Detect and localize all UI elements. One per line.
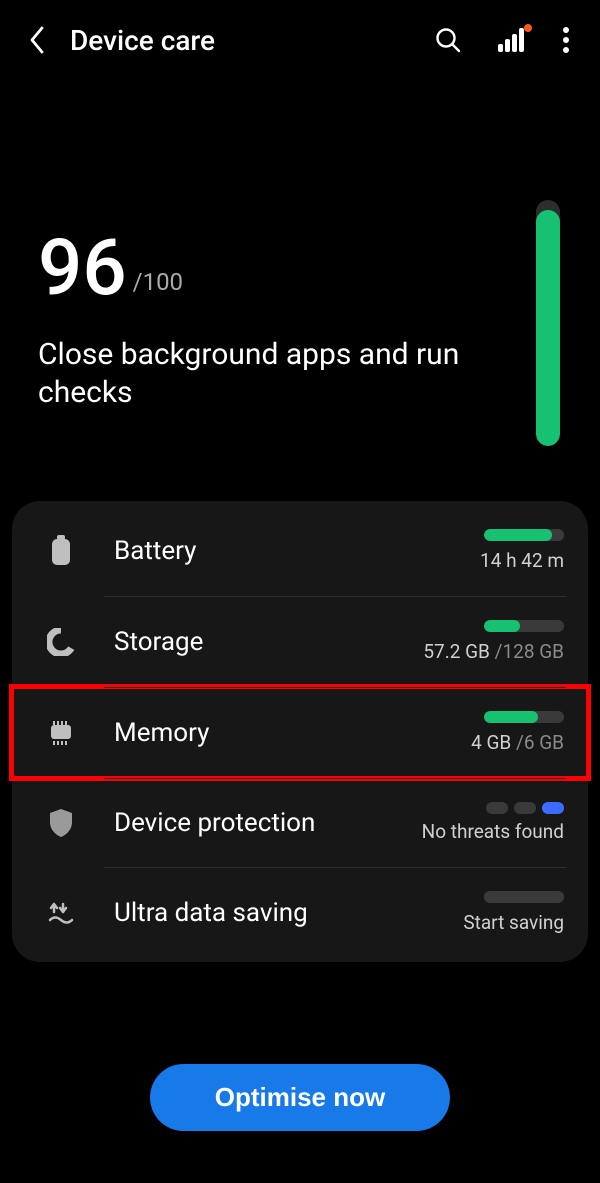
shield-icon [44, 806, 78, 840]
memory-row[interactable]: Memory 4 GB /6 GB [12, 687, 588, 778]
battery-bar [484, 529, 564, 541]
search-icon[interactable] [434, 26, 462, 54]
stats-card: Battery 14 h 42 m Storage 57.2 GB /128 G… [12, 501, 588, 962]
storage-stats: 57.2 GB /128 GB [394, 620, 564, 663]
protection-label: Device protection [114, 808, 394, 838]
storage-sub: 57.2 GB /128 GB [423, 640, 564, 663]
more-menu-icon[interactable] [562, 26, 570, 54]
battery-icon [44, 534, 78, 568]
ultra-bar [484, 891, 564, 903]
battery-stats: 14 h 42 m [394, 529, 564, 572]
protection-dots [486, 802, 564, 814]
score-line: 96 /100 [38, 230, 570, 308]
storage-used: 57.2 GB [423, 640, 490, 663]
score-value: 96 [38, 230, 127, 308]
data-usage-icon[interactable] [498, 28, 526, 52]
header-actions [434, 26, 570, 54]
memory-label: Memory [114, 718, 394, 748]
notification-dot-icon [524, 24, 532, 32]
ultra-data-stats: Start saving [394, 891, 564, 934]
memory-sub: 4 GB /6 GB [471, 731, 564, 754]
storage-icon [44, 625, 78, 659]
ultra-data-label: Ultra data saving [114, 898, 394, 928]
ultra-sub: Start saving [463, 911, 564, 934]
storage-bar [484, 620, 564, 632]
memory-icon [44, 716, 78, 750]
score-bar [536, 200, 560, 446]
memory-used: 4 GB [471, 731, 511, 754]
storage-row[interactable]: Storage 57.2 GB /128 GB [12, 596, 588, 687]
battery-row[interactable]: Battery 14 h 42 m [12, 505, 588, 596]
protection-row[interactable]: Device protection No threats found [12, 778, 588, 867]
memory-bar [484, 711, 564, 723]
page-title: Device care [70, 24, 434, 57]
data-saving-icon [44, 896, 78, 930]
score-section: 96 /100 Close background apps and run ch… [0, 70, 600, 501]
battery-sub: 14 h 42 m [480, 549, 564, 572]
protection-sub: No threats found [422, 820, 564, 843]
battery-label: Battery [114, 536, 394, 566]
score-subtitle: Close background apps and run checks [38, 336, 498, 411]
storage-total: 128 GB [502, 640, 564, 663]
optimise-button[interactable]: Optimise now [150, 1064, 450, 1131]
cta-wrap: Optimise now [0, 1064, 600, 1131]
app-header: Device care [0, 0, 600, 70]
storage-label: Storage [114, 627, 394, 657]
memory-stats: 4 GB /6 GB [394, 711, 564, 754]
ultra-data-row[interactable]: Ultra data saving Start saving [12, 867, 588, 958]
back-icon[interactable] [28, 25, 48, 55]
protection-stats: No threats found [394, 802, 564, 843]
score-bar-fill [536, 210, 560, 446]
memory-total: 6 GB [524, 731, 564, 754]
score-max: /100 [133, 268, 183, 296]
